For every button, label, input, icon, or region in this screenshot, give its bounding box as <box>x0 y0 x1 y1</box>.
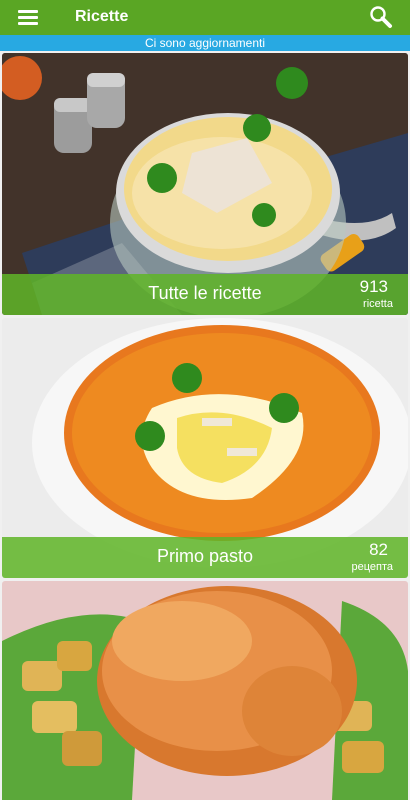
category-card-first-course[interactable]: Primo pasto 82 рецепта <box>2 318 408 578</box>
category-name: Primo pasto <box>156 546 254 566</box>
category-photo <box>2 581 408 800</box>
category-card-all-recipes[interactable]: Tutte le ricette 913 ricetta <box>2 53 408 315</box>
app-title: Ricette <box>75 8 129 25</box>
recipe-count-unit: рецепта <box>351 561 393 573</box>
updates-notice[interactable]: Ci sono aggiornamenti <box>0 35 410 51</box>
hamburger-menu-icon[interactable] <box>18 8 40 26</box>
recipe-count-unit: ricetta <box>363 298 393 310</box>
category-caption: Primo pasto 82 рецепта <box>2 537 408 578</box>
recipe-count: 82 <box>369 540 388 559</box>
app-bar: Ricette <box>0 0 410 35</box>
search-icon[interactable] <box>368 4 394 30</box>
category-caption: Tutte le ricette 913 ricetta <box>2 274 408 315</box>
category-name: Tutte le ricette <box>148 283 262 303</box>
category-card-roast[interactable] <box>2 581 408 800</box>
recipe-count: 913 <box>359 277 388 296</box>
